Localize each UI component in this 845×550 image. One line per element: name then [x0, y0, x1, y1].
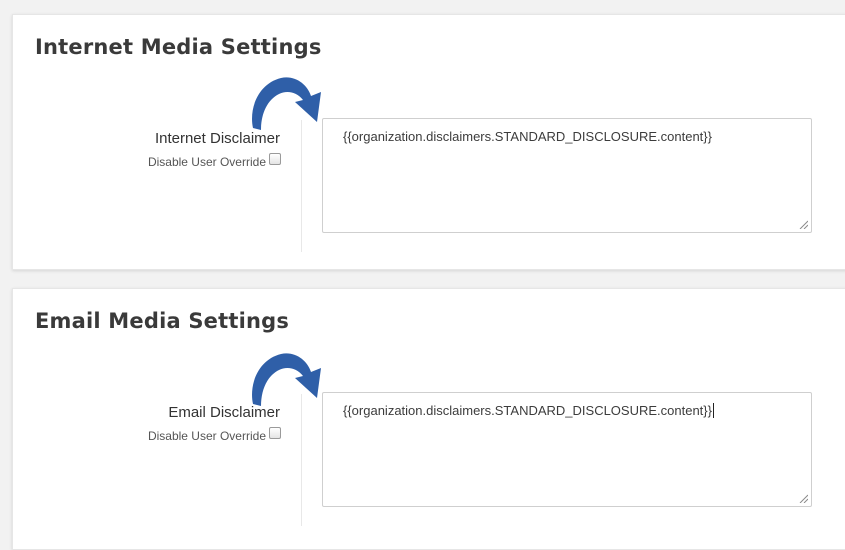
internet-disclaimer-label: Internet Disclaimer — [154, 130, 280, 147]
text-cursor — [712, 403, 714, 418]
resize-handle-icon[interactable] — [799, 494, 808, 503]
internet-disable-override-checkbox[interactable] — [269, 153, 281, 165]
internet-disable-override[interactable]: Disable User Override — [147, 153, 281, 169]
email-disclaimer-textarea[interactable]: {{organization.disclaimers.STANDARD_DISC… — [322, 392, 812, 507]
internet-media-settings-panel: Internet Media Settings Internet Disclai… — [12, 14, 845, 270]
internet-disclaimer-text: {{organization.disclaimers.STANDARD_DISC… — [343, 129, 712, 144]
email-disable-override-label: Disable User Override — [147, 429, 266, 443]
email-disclaimer-label: Email Disclaimer — [168, 404, 280, 421]
email-media-settings-panel: Email Media Settings Email Disclaimer Di… — [12, 288, 845, 550]
field-divider — [301, 394, 302, 526]
internet-disable-override-label: Disable User Override — [147, 155, 266, 169]
internet-disclaimer-textarea[interactable]: {{organization.disclaimers.STANDARD_DISC… — [322, 118, 812, 233]
email-media-settings-title: Email Media Settings — [35, 309, 290, 333]
internet-media-settings-title: Internet Media Settings — [35, 35, 322, 59]
email-disclaimer-text: {{organization.disclaimers.STANDARD_DISC… — [343, 403, 712, 418]
field-divider — [301, 120, 302, 252]
email-disable-override-checkbox[interactable] — [269, 427, 281, 439]
email-disable-override[interactable]: Disable User Override — [147, 427, 281, 443]
resize-handle-icon[interactable] — [799, 220, 808, 229]
